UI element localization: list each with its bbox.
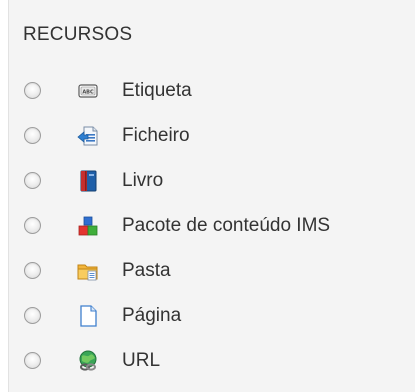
radio-button[interactable] (24, 262, 41, 279)
radio-button[interactable] (24, 82, 41, 99)
radio-button[interactable] (24, 127, 41, 144)
svg-text:ABC: ABC (82, 89, 94, 95)
ims-package-icon (78, 216, 98, 235)
resource-option-livro[interactable]: Livro (9, 158, 415, 203)
resource-option-pasta[interactable]: Pasta (9, 248, 415, 293)
radio-button[interactable] (24, 352, 41, 369)
resource-label: Ficheiro (122, 124, 190, 146)
resource-label: URL (122, 349, 161, 371)
resource-label: Etiqueta (122, 79, 192, 101)
section-title: RECURSOS (23, 24, 133, 45)
page-icon (80, 304, 97, 327)
url-icon (79, 350, 97, 371)
resources-panel: RECURSOS ABC Etiqueta Ficheiro Livro Pac… (8, 0, 415, 392)
resource-label: Livro (122, 169, 164, 191)
resource-label: Pasta (122, 259, 171, 281)
resource-option-url[interactable]: URL (9, 338, 415, 383)
resource-option-ficheiro[interactable]: Ficheiro (9, 113, 415, 158)
resource-option-etiqueta[interactable]: ABC Etiqueta (9, 68, 415, 113)
radio-button[interactable] (24, 172, 41, 189)
label-icon: ABC (78, 83, 98, 98)
resource-option-pagina[interactable]: Página (9, 293, 415, 338)
folder-icon (77, 264, 98, 280)
resource-label: Pacote de conteúdo IMS (122, 214, 331, 236)
resource-label: Página (122, 304, 182, 326)
file-icon (77, 126, 98, 145)
radio-button[interactable] (24, 307, 41, 324)
resource-option-ims-package[interactable]: Pacote de conteúdo IMS (9, 203, 415, 248)
resource-list: ABC Etiqueta Ficheiro Livro Pacote de co… (9, 68, 415, 383)
radio-button[interactable] (24, 217, 41, 234)
book-icon (80, 170, 97, 191)
